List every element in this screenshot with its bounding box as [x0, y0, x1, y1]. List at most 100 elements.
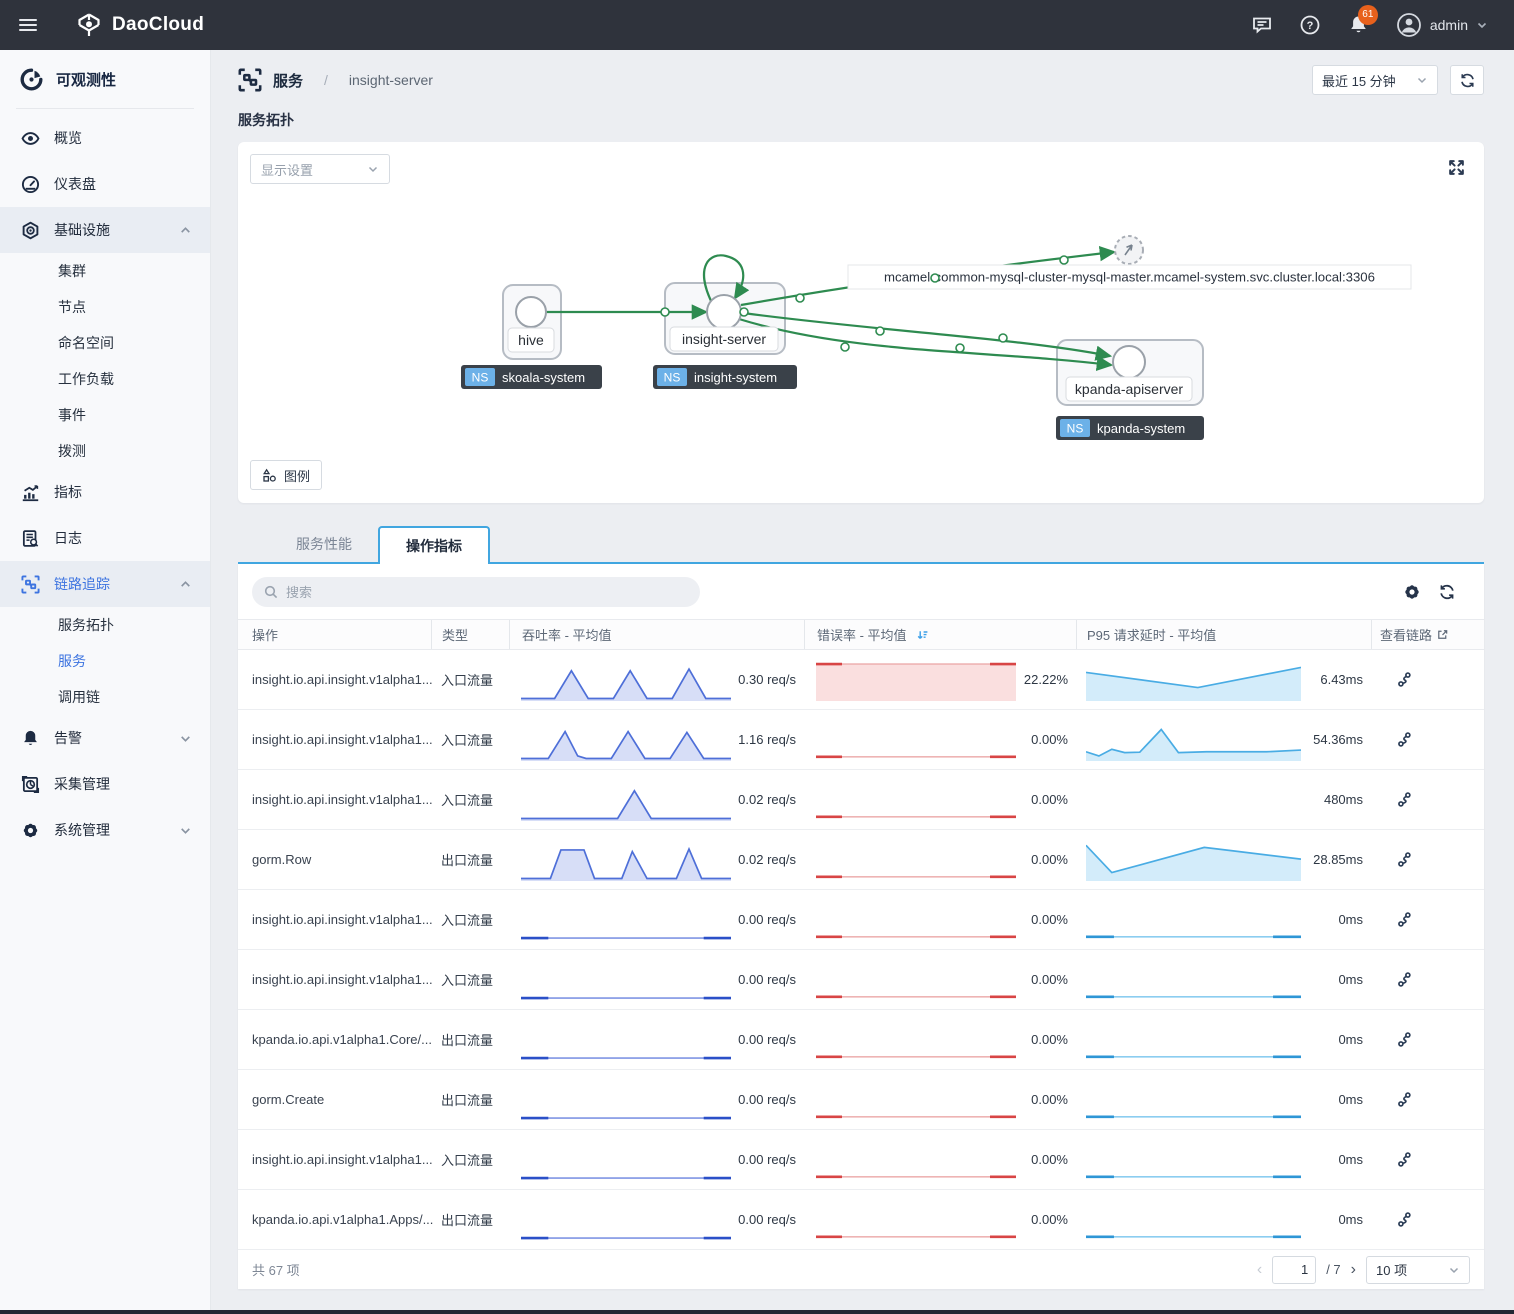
service-circle-kpanda-apiserver[interactable]	[1113, 346, 1145, 378]
service-circle-hive[interactable]	[516, 297, 546, 327]
notification-badge: 61	[1358, 5, 1378, 25]
user-menu[interactable]: admin	[1396, 12, 1488, 38]
column-type[interactable]: 类型	[431, 620, 509, 649]
svg-text:hive: hive	[518, 332, 544, 348]
sparkline-chart	[1086, 899, 1301, 941]
view-trace-icon[interactable]	[1394, 1089, 1415, 1110]
svg-text:mcamel-common-mysql-cluster-my: mcamel-common-mysql-cluster-mysql-master…	[884, 270, 1375, 285]
sparkline-chart	[816, 779, 1016, 821]
brand-logo[interactable]: DaoCloud	[76, 12, 204, 38]
refresh-button[interactable]	[1450, 65, 1484, 95]
sparkline-chart	[816, 719, 1016, 761]
sidebar-item-2[interactable]: 基础设施	[0, 207, 210, 253]
namespace-badge-insight-system: NSinsight-system	[653, 365, 797, 389]
sort-descending-icon[interactable]	[915, 628, 929, 642]
sparkline-chart	[816, 959, 1016, 1001]
sparkline-chart	[816, 1199, 1016, 1241]
sidebar-subitem-5-1[interactable]: 服务	[0, 643, 210, 679]
sidebar-item-3[interactable]: 指标	[0, 469, 210, 515]
column-operation[interactable]: 操作	[238, 620, 431, 649]
feedback-icon[interactable]	[1251, 14, 1273, 36]
service-circle-insight-server[interactable]	[707, 295, 741, 329]
throughput-value: 0.30 req/s	[738, 672, 804, 687]
search-input-wrapper	[252, 577, 700, 607]
menu-toggle-icon[interactable]	[0, 16, 56, 34]
tab-service-performance[interactable]: 服务性能	[270, 526, 378, 562]
table-row-0: insight.io.api.insight.v1alpha1...入口流量0.…	[238, 650, 1484, 710]
sidebar-subitem-2-1[interactable]: 节点	[0, 289, 210, 325]
table-row-7: gorm.Create出口流量0.00 req/s0.00%0ms	[238, 1070, 1484, 1130]
search-input[interactable]	[286, 585, 688, 600]
throughput-value: 0.02 req/s	[738, 852, 804, 867]
tab-operation-metrics[interactable]: 操作指标	[378, 526, 490, 564]
view-trace-icon[interactable]	[1394, 729, 1415, 750]
sidebar-subitem-5-2[interactable]: 调用链	[0, 679, 210, 715]
sidebar-subitem-2-3[interactable]: 工作负载	[0, 361, 210, 397]
sidebar-subitem-2-5[interactable]: 拨测	[0, 433, 210, 469]
topology-graph[interactable]: hiveNSskoala-systeminsight-serverNSinsig…	[238, 142, 1484, 503]
view-trace-icon[interactable]	[1394, 1029, 1415, 1050]
sidebar-item-4[interactable]: 日志	[0, 515, 210, 561]
sparkline-chart	[1086, 719, 1301, 761]
window-bottom-edge	[0, 1310, 1514, 1314]
next-page-icon[interactable]: ›	[1351, 1261, 1356, 1279]
sidebar-item-5[interactable]: 链路追踪	[0, 561, 210, 607]
view-trace-icon[interactable]	[1394, 669, 1415, 690]
logs-icon	[21, 529, 40, 548]
sidebar-subitem-2-0[interactable]: 集群	[0, 253, 210, 289]
display-settings-select[interactable]: 显示设置	[250, 154, 390, 184]
sparkline-chart	[1086, 1139, 1301, 1181]
view-trace-icon[interactable]	[1394, 849, 1415, 870]
view-trace-icon[interactable]	[1394, 909, 1415, 930]
column-p95-latency[interactable]: P95 请求延时 - 平均值	[1076, 620, 1371, 649]
sidebar-subitem-2-4[interactable]: 事件	[0, 397, 210, 433]
caret-icon	[179, 732, 192, 745]
sidebar-item-8[interactable]: 系统管理	[0, 807, 210, 853]
sidebar-item-0[interactable]: 概览	[0, 115, 210, 161]
view-trace-icon[interactable]	[1394, 789, 1415, 810]
page-input[interactable]	[1272, 1256, 1316, 1284]
traffic-type: 入口流量	[431, 670, 509, 689]
view-trace-icon[interactable]	[1394, 1149, 1415, 1170]
column-throughput[interactable]: 吞吐率 - 平均值	[509, 620, 804, 649]
username: admin	[1430, 17, 1468, 33]
view-trace-icon[interactable]	[1394, 969, 1415, 990]
sidebar-subitem-5-0[interactable]: 服务拓扑	[0, 607, 210, 643]
throughput-value: 0.00 req/s	[738, 1212, 804, 1227]
sparkline-chart	[521, 659, 731, 701]
operation-name: insight.io.api.insight.v1alpha1...	[238, 972, 431, 987]
view-trace-icon[interactable]	[1394, 1209, 1415, 1230]
breadcrumb-section[interactable]: 服务	[273, 70, 303, 91]
p95-latency-value: 0ms	[1338, 1152, 1371, 1167]
help-icon[interactable]: ?	[1299, 14, 1321, 36]
column-view-trace[interactable]: 查看链路	[1371, 620, 1484, 649]
total-pages: / 7	[1326, 1262, 1340, 1277]
node-label-kpanda-apiserver: kpanda-apiserver	[1066, 377, 1192, 401]
traffic-type: 出口流量	[431, 1210, 509, 1229]
traffic-type: 入口流量	[431, 790, 509, 809]
sidebar-item-7[interactable]: 采集管理	[0, 761, 210, 807]
notifications-bell-icon[interactable]: 61	[1347, 14, 1370, 37]
table-refresh-icon[interactable]	[1438, 583, 1456, 601]
throughput-value: 0.00 req/s	[738, 912, 804, 927]
sidebar-item-6[interactable]: 告警	[0, 715, 210, 761]
fullscreen-icon[interactable]	[1447, 158, 1466, 177]
edge-waypoint	[796, 294, 804, 302]
sidebar-item-1[interactable]: 仪表盘	[0, 161, 210, 207]
legend-button[interactable]: 图例	[250, 460, 322, 490]
table-settings-gear-icon[interactable]	[1403, 583, 1421, 601]
prev-page-icon[interactable]: ‹	[1257, 1261, 1262, 1279]
error-rate-value: 0.00%	[1031, 1152, 1076, 1167]
operation-name: insight.io.api.insight.v1alpha1...	[238, 1152, 431, 1167]
time-range-select[interactable]: 最近 15 分钟	[1312, 65, 1438, 95]
metrics-icon	[21, 483, 40, 502]
edge-waypoint	[876, 327, 884, 335]
p95-latency-value: 0ms	[1338, 972, 1371, 987]
error-rate-value: 0.00%	[1031, 792, 1076, 807]
metrics-table-panel: 操作 类型 吞吐率 - 平均值 错误率 - 平均值 P95 请求延时 - 平均值…	[238, 564, 1484, 1289]
column-error-rate[interactable]: 错误率 - 平均值	[804, 620, 1076, 649]
p95-latency-value: 0ms	[1338, 1212, 1371, 1227]
sidebar: 可观测性 概览仪表盘基础设施集群节点命名空间工作负载事件拨测指标日志链路追踪服务…	[0, 50, 211, 1310]
sidebar-subitem-2-2[interactable]: 命名空间	[0, 325, 210, 361]
page-size-select[interactable]: 10 项	[1366, 1256, 1470, 1284]
